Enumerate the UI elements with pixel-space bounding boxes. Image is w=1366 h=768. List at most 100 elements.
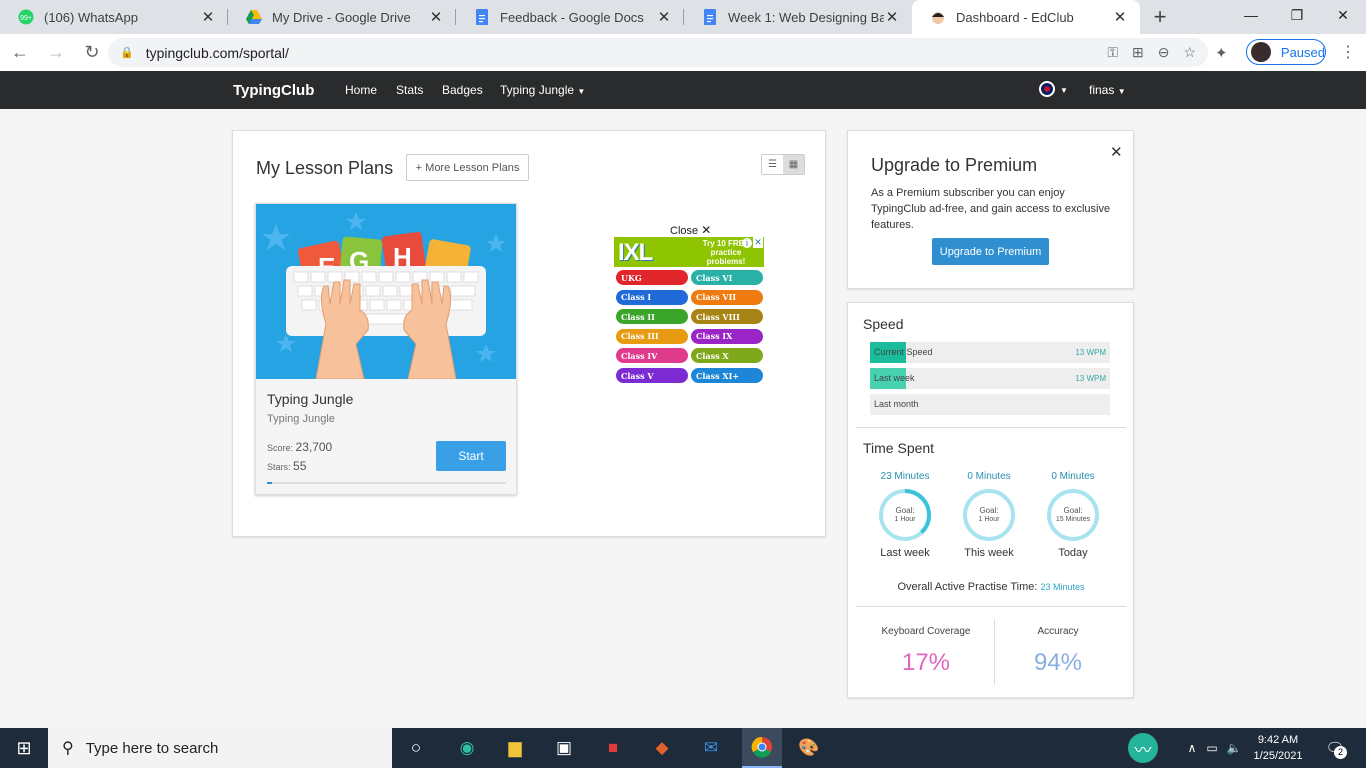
ad-grade-pill[interactable]: Class IV: [616, 348, 688, 364]
more-lesson-plans-button[interactable]: + More Lesson Plans: [406, 154, 529, 181]
profile-button[interactable]: Paused: [1246, 39, 1326, 65]
close-icon[interactable]: ✕: [1110, 143, 1123, 161]
volume-icon[interactable]: 🔈: [1222, 736, 1246, 760]
lesson-subtitle: Typing Jungle: [267, 413, 335, 425]
user-name: finas: [1089, 83, 1115, 97]
back-icon[interactable]: ←: [4, 37, 36, 69]
goal-value: 1 Hour: [978, 516, 1000, 523]
stars: Stars: 55: [267, 459, 306, 473]
premium-card: Upgrade to Premium ✕ As a Premium subscr…: [847, 130, 1134, 289]
premium-title: Upgrade to Premium: [871, 155, 1038, 175]
tab-whatsapp[interactable]: 99+ (106) WhatsApp ✕: [0, 0, 228, 34]
file-explorer-icon[interactable]: ▆: [503, 736, 527, 760]
lesson-progress-fill: [267, 482, 272, 484]
paint-icon[interactable]: 🎨: [797, 736, 821, 760]
translate-icon[interactable]: ⊞: [1132, 44, 1144, 61]
nav-home[interactable]: Home: [345, 83, 377, 97]
ad-grade-pill[interactable]: Class VIII: [691, 309, 763, 325]
tab-dashboard-edclub[interactable]: Dashboard - EdClub ✕: [912, 0, 1140, 34]
cortana-icon[interactable]: ○: [404, 736, 428, 760]
app-orange-icon[interactable]: ◆: [650, 736, 674, 760]
store-icon[interactable]: ▣: [552, 736, 576, 760]
ad-x-icon[interactable]: ✕: [753, 237, 763, 248]
ad-close-button[interactable]: Close ✕: [670, 223, 711, 237]
list-view-icon[interactable]: ☰: [762, 155, 783, 174]
score-label: Score:: [267, 443, 294, 453]
close-tab-icon[interactable]: ✕: [200, 8, 216, 26]
search-icon: ⚲: [62, 740, 74, 757]
windows-start-icon[interactable]: ⊞: [0, 728, 48, 768]
ad-grade-pill[interactable]: Class VII: [691, 289, 763, 305]
new-tab-icon[interactable]: +: [1144, 0, 1176, 34]
user-menu[interactable]: finas ▼: [1089, 83, 1126, 97]
close-window-icon[interactable]: ✕: [1320, 0, 1366, 30]
goal-label: Goal:: [979, 506, 999, 515]
close-tab-icon[interactable]: ✕: [656, 8, 672, 26]
tab-feedback-docs[interactable]: Feedback - Google Docs ✕: [456, 0, 684, 34]
language-caret-icon[interactable]: ▼: [1060, 86, 1068, 95]
ad-grade-pill[interactable]: Class V: [616, 368, 688, 383]
close-tab-icon[interactable]: ✕: [884, 8, 900, 26]
address-toolbar: ← → ↻ 🔒 typingclub.com/sportal/ ⚿ ⊞ ⊖ ☆ …: [0, 34, 1366, 71]
restore-icon[interactable]: ❐: [1274, 0, 1320, 30]
lesson-card[interactable]: E G H Typing Jungle Typing Jungle Score:…: [255, 203, 517, 495]
goal-ring: Goal: 1 Hour: [878, 488, 932, 542]
browser-menu-icon[interactable]: ⋮: [1340, 42, 1356, 62]
edge-icon[interactable]: ◉: [455, 736, 479, 760]
bookmark-star-icon[interactable]: ☆: [1183, 44, 1196, 61]
battery-icon[interactable]: ▭: [1200, 736, 1224, 760]
ixl-ad[interactable]: IXL Try 10 FREE practice problems! i ✕ U…: [614, 237, 764, 385]
extensions-icon[interactable]: ✦: [1215, 44, 1228, 62]
ad-grade-pill[interactable]: Class III: [616, 328, 688, 344]
nav-stats[interactable]: Stats: [396, 83, 423, 97]
divider: [856, 427, 1126, 428]
app-red-icon[interactable]: ■: [601, 736, 625, 760]
page-title: My Lesson Plans: [256, 158, 394, 178]
key-icon[interactable]: ⚿: [1107, 44, 1118, 61]
ad-grade-pill[interactable]: Class I: [616, 289, 688, 305]
tab-google-drive[interactable]: My Drive - Google Drive ✕: [228, 0, 456, 34]
nav-badges[interactable]: Badges: [442, 83, 483, 97]
accuracy-label: Accuracy: [1037, 626, 1079, 637]
forward-icon[interactable]: →: [40, 37, 72, 69]
coverage-value: 17%: [901, 649, 951, 676]
upgrade-button[interactable]: Upgrade to Premium: [932, 238, 1049, 265]
mail-icon[interactable]: ✉: [699, 736, 723, 760]
ad-info-icon[interactable]: i: [742, 238, 752, 248]
ad-grade-pill[interactable]: Class XI+: [691, 368, 763, 383]
stars-value: 55: [293, 459, 307, 473]
minimize-icon[interactable]: —: [1228, 0, 1274, 30]
divider: [856, 606, 1126, 607]
time-column-last-week: 23 Minutes Goal: 1 Hour Last week: [875, 471, 935, 559]
overall-label: Overall Active Practise Time:: [897, 581, 1038, 593]
minutes-value: 23 Minutes: [880, 471, 930, 482]
start-button[interactable]: Start: [436, 441, 506, 471]
avatar: [1251, 42, 1271, 62]
goal-value: 15 Minutes: [1055, 516, 1091, 523]
reload-icon[interactable]: ↻: [76, 37, 108, 69]
close-tab-icon[interactable]: ✕: [1112, 8, 1128, 26]
nav-typing-jungle[interactable]: Typing Jungle ▼: [500, 83, 585, 97]
stats-card: Speed Current Speed 13 WPM Last week 13 WP…: [847, 302, 1134, 698]
ad-grade-pill[interactable]: Class II: [616, 309, 688, 325]
omnibox[interactable]: 🔒 typingclub.com/sportal/ ⚿ ⊞ ⊖ ☆: [108, 38, 1208, 67]
window-controls: — ❐ ✕: [1228, 0, 1366, 30]
uk-flag-icon[interactable]: [1039, 81, 1055, 97]
close-tab-icon[interactable]: ✕: [428, 8, 444, 26]
activity-monitor-icon[interactable]: 〰: [1128, 733, 1158, 763]
ad-grade-pill[interactable]: UKG: [616, 270, 688, 285]
coverage-label: Keyboard Coverage: [881, 626, 971, 637]
tab-week1-docs[interactable]: Week 1: Web Designing Basics ✕: [684, 0, 912, 34]
chrome-icon[interactable]: [742, 728, 782, 768]
brand-logo[interactable]: TypingClub: [233, 82, 314, 99]
taskbar-search[interactable]: ⚲ Type here to search: [48, 728, 392, 768]
ad-grade-pill[interactable]: Class IX: [691, 328, 763, 344]
zoom-icon[interactable]: ⊖: [1158, 44, 1170, 61]
google-docs-icon: [474, 9, 490, 25]
score-value: 23,700: [295, 440, 333, 454]
ad-grade-pill[interactable]: Class VI: [691, 270, 763, 285]
grid-view-icon[interactable]: ▦: [783, 155, 804, 174]
system-clock[interactable]: 9:42 AM 1/25/2021: [1246, 732, 1310, 764]
goal-ring: Goal: 15 Minutes: [1046, 488, 1100, 542]
ad-grade-pill[interactable]: Class X: [691, 348, 763, 364]
